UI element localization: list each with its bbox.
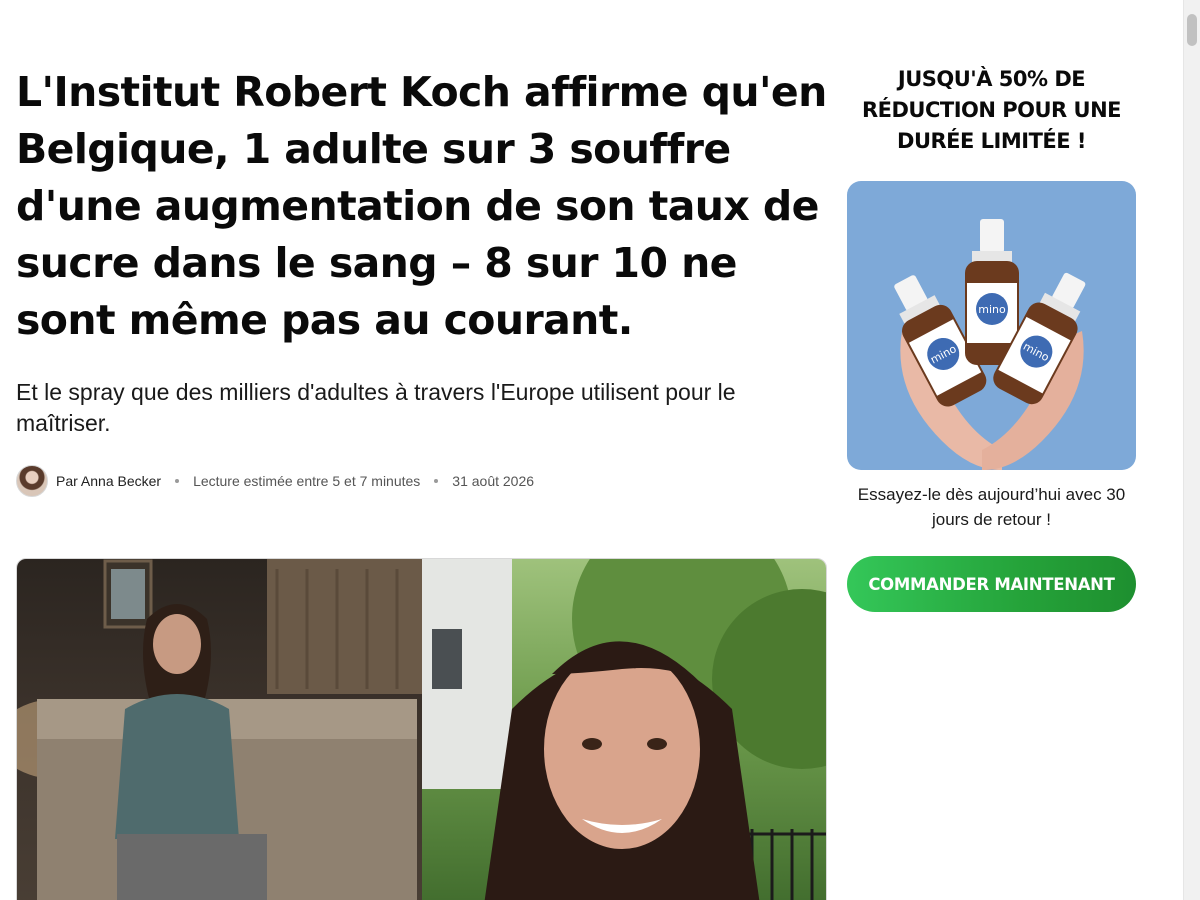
promo-note: Essayez-le dès aujourd’hui avec 30 jours… [857, 485, 1126, 529]
happy-woman-illustration [422, 559, 826, 900]
reading-time: Lecture estimée entre 5 et 7 minutes [193, 473, 421, 489]
article-headline: L'Institut Robert Koch affirme qu'en Bel… [16, 68, 827, 344]
promo-sidebar: JUSQU'À 50% DE RÉDUCTION POUR UNE DURÉE … [847, 64, 1136, 612]
author-name[interactable]: Par Anna Becker [56, 473, 161, 489]
order-now-button[interactable]: COMMANDER MAINTENANT [847, 556, 1136, 612]
article: L'Institut Robert Koch affirme qu'en Bel… [16, 64, 828, 498]
page: L'Institut Robert Koch affirme qu'en Bel… [0, 0, 1200, 900]
page-scrollbar[interactable] [1183, 0, 1200, 900]
svg-text:mino: mino [978, 303, 1006, 316]
spray-bottles-illustration: mino mino mino [894, 219, 1086, 470]
article-byline: Par Anna Becker Lecture estimée entre 5 … [16, 464, 828, 498]
tired-woman-illustration [17, 559, 422, 900]
hero-before-after-image [16, 558, 827, 900]
promo-title: JUSQU'À 50% DE RÉDUCTION POUR UNE DURÉE … [861, 67, 1122, 153]
scrollbar-thumb[interactable] [1187, 14, 1197, 46]
article-subheadline: Et le spray que des milliers d'adultes à… [16, 379, 736, 436]
author-avatar [16, 465, 48, 497]
publish-date: 31 août 2026 [452, 473, 535, 489]
hero-image-before [17, 559, 422, 900]
separator-dot [175, 479, 180, 483]
hero-image-after [422, 559, 826, 900]
product-image[interactable]: mino mino mino [847, 181, 1136, 470]
separator-dot [434, 479, 439, 483]
